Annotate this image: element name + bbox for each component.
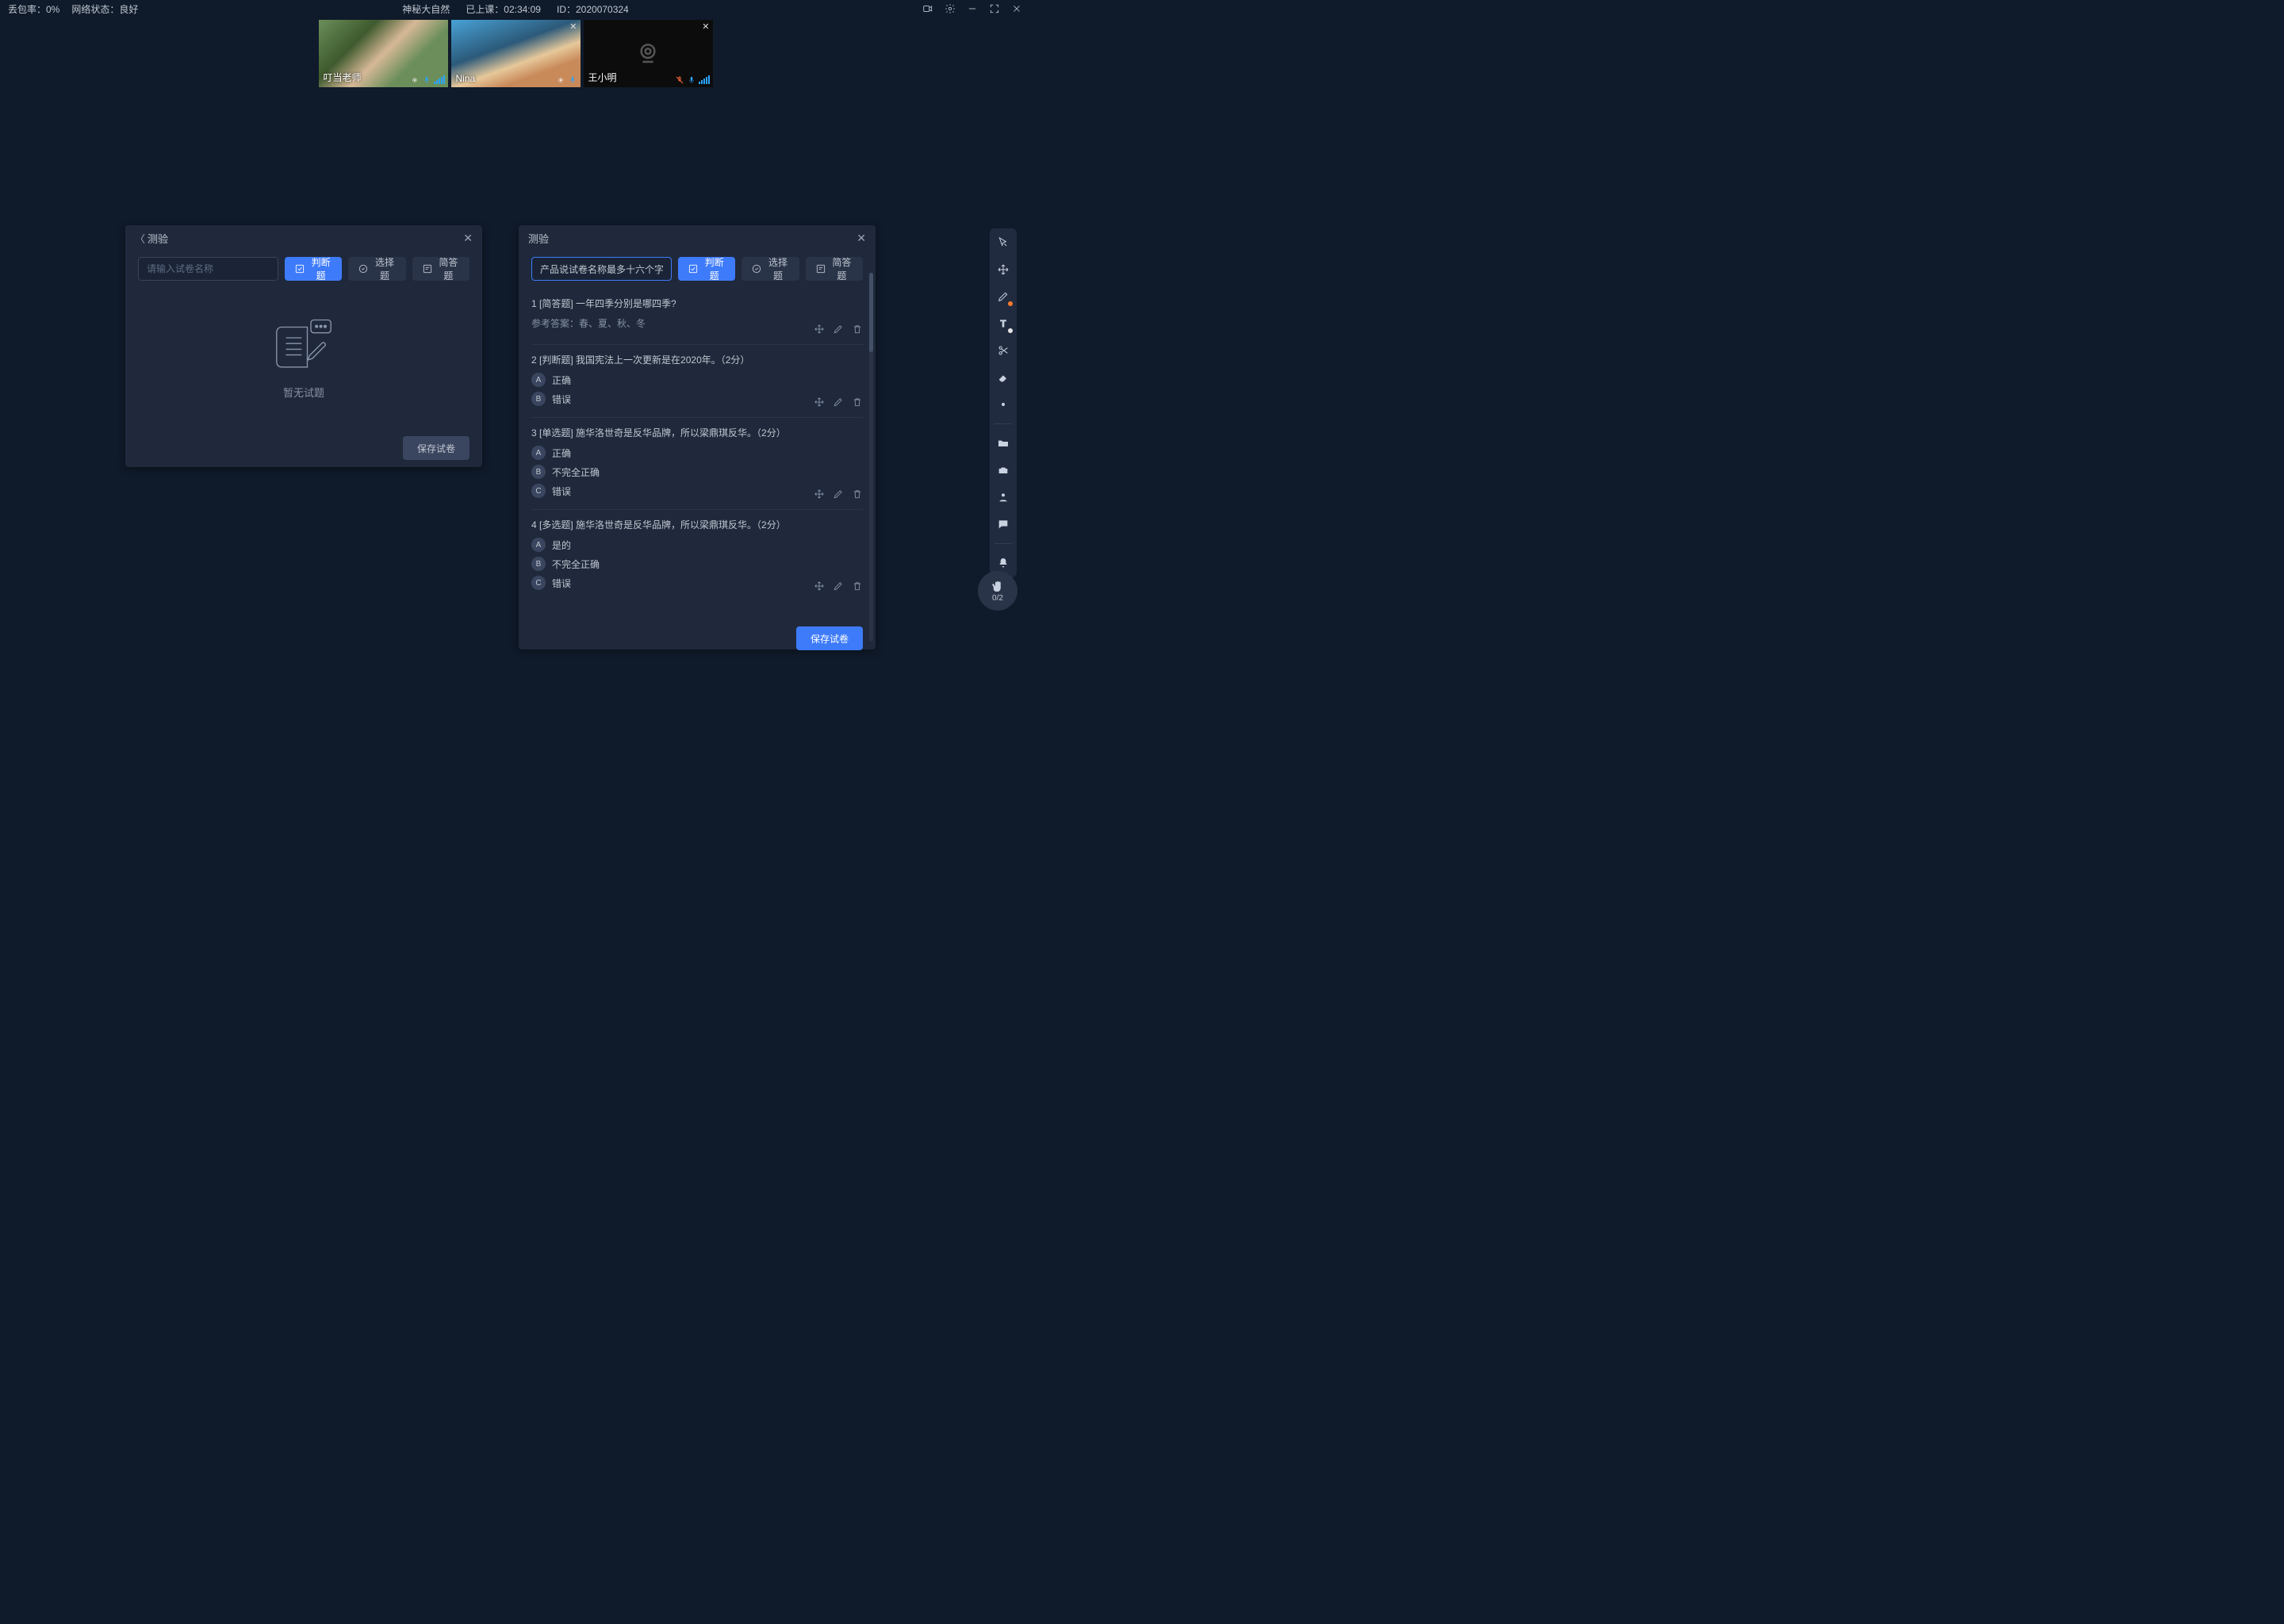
person-icon[interactable] [995,489,1011,505]
move-icon[interactable] [814,580,825,592]
close-window-icon[interactable] [1010,2,1023,15]
add-judge-button[interactable]: 判断题 [285,257,342,281]
top-bar: 丢包率：0% 网络状态：良好 神秘大自然 已上课：02:34:09 ID：202… [0,0,1031,17]
text-answer-icon [422,263,433,274]
delete-icon[interactable] [852,396,863,408]
pen-tool-icon[interactable] [995,289,1011,304]
cursor-tool-icon[interactable] [995,235,1011,251]
question-item: 4 [多选题] 施华洛世奇是反华品牌，所以梁鼎琪反华。（2分） A是的 B不完全… [531,510,863,601]
judge-icon [294,263,305,274]
participant-name: 叮当老师 [324,71,362,84]
settings-icon[interactable] [944,2,956,15]
edit-icon[interactable] [833,324,844,335]
delete-icon[interactable] [852,324,863,335]
quiz-name-input[interactable] [531,257,672,281]
video-tile[interactable]: ✕ Nina [451,20,581,87]
scissors-tool-icon[interactable] [995,343,1011,358]
signal-icon [699,75,710,84]
mic-icon [687,75,696,84]
quiz-panel-empty: 〈 测验 ✕ 判断题 选择题 简答题 [125,225,482,467]
chat-icon[interactable] [995,516,1011,532]
eraser-tool-icon[interactable] [995,370,1011,385]
question-list: 1 [简答题] 一年四季分别是哪四季? 参考答案：春、夏、秋、冬 2 [判断题]… [531,289,863,614]
raise-hand-button[interactable]: 0/2 [978,571,1017,611]
maximize-icon[interactable] [988,2,1001,15]
close-icon[interactable]: ✕ [702,21,709,32]
choice-icon [358,263,369,274]
mic-icon [568,75,577,84]
elapsed-time: 已上课：02:34:09 [466,2,541,16]
quiz-panel-filled: 测验 ✕ 判断题 选择题 简答题 1 [简答题] [519,225,876,649]
camera-off-icon [632,38,664,70]
signal-icon [434,75,445,84]
raise-hand-count: 0/2 [992,594,1003,603]
question-item: 2 [判断题] 我国宪法上一次更新是在2020年。（2分） A正确 B错误 [531,345,863,418]
save-quiz-button[interactable]: 保存试卷 [403,436,469,460]
empty-text: 暂无试题 [283,385,324,400]
question-item: 3 [单选题] 施华洛世奇是反华品牌，所以梁鼎琪反华。（2分） A正确 B不完全… [531,418,863,510]
video-tile[interactable]: 叮当老师 [319,20,448,87]
empty-state: 暂无试题 [138,289,469,423]
text-answer-icon [815,263,826,274]
panel-title: 测验 [148,231,168,246]
empty-illustration-icon [268,313,339,377]
packet-loss: 丢包率：0% [8,2,59,16]
minimize-icon[interactable] [966,2,979,15]
add-choice-button[interactable]: 选择题 [348,257,405,281]
quiz-name-input[interactable] [138,257,278,281]
delete-icon[interactable] [852,488,863,500]
edit-icon[interactable] [833,396,844,408]
save-quiz-button[interactable]: 保存试卷 [796,626,863,650]
move-tool-icon[interactable] [995,262,1011,278]
choice-icon [751,263,762,274]
dot-tool-icon[interactable] [995,396,1011,412]
panel-title: 测验 [528,231,549,246]
close-icon[interactable]: ✕ [569,21,577,32]
add-short-answer-button[interactable]: 简答题 [412,257,469,281]
mic-muted-icon [675,75,684,84]
move-icon[interactable] [814,488,825,500]
edit-icon[interactable] [833,580,844,592]
edit-icon[interactable] [833,488,844,500]
question-item: 1 [简答题] 一年四季分别是哪四季? 参考答案：春、夏、秋、冬 [531,289,863,345]
participant-row: 叮当老师 ✕ Nina ✕ 王小明 [0,17,1031,90]
folder-icon[interactable] [995,435,1011,451]
network-status: 网络状态：良好 [71,2,138,16]
mic-icon [422,75,431,84]
video-tile[interactable]: ✕ 王小明 [584,20,713,87]
camera-icon [556,75,565,84]
text-tool-icon[interactable] [995,316,1011,331]
close-icon[interactable]: ✕ [463,232,473,245]
back-icon[interactable]: 〈 [135,231,143,246]
add-short-answer-button[interactable]: 简答题 [806,257,863,281]
move-icon[interactable] [814,396,825,408]
participant-name: Nina [456,73,476,84]
delete-icon[interactable] [852,580,863,592]
bell-icon[interactable] [995,555,1011,571]
session-id: ID：2020070324 [557,2,629,16]
course-title: 神秘大自然 [402,2,450,16]
tool-sidebar [990,228,1017,577]
camera-icon [410,75,420,84]
judge-icon [688,263,699,274]
add-choice-button[interactable]: 选择题 [742,257,799,281]
move-icon[interactable] [814,324,825,335]
scrollbar[interactable] [869,273,873,642]
toolbox-icon[interactable] [995,462,1011,478]
add-judge-button[interactable]: 判断题 [678,257,735,281]
record-icon[interactable] [922,2,934,15]
participant-name: 王小明 [588,71,617,84]
close-icon[interactable]: ✕ [856,232,866,245]
